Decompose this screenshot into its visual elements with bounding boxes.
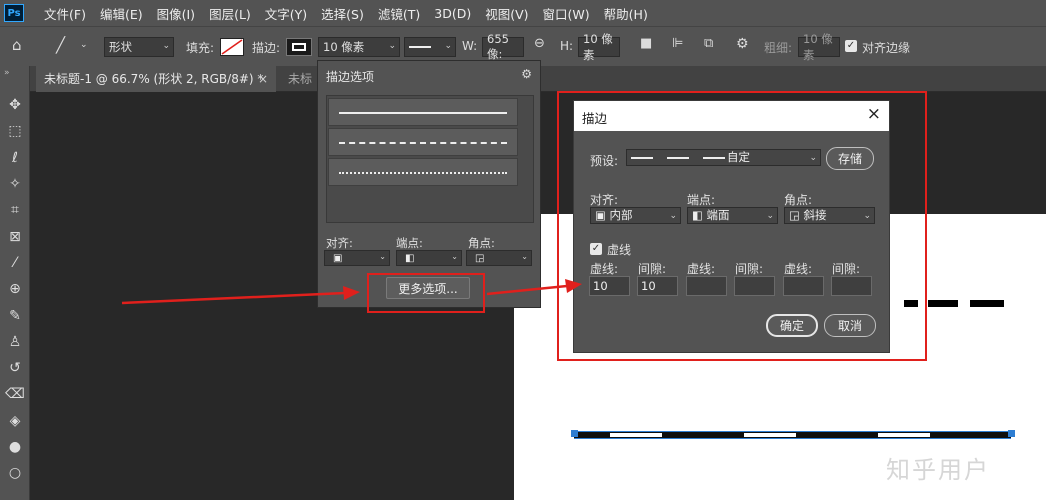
arrow-line — [486, 284, 568, 296]
arrow-head — [343, 286, 360, 300]
annotation-arrows — [121, 279, 582, 305]
arrow-line — [121, 291, 346, 305]
arrow-head — [565, 279, 582, 293]
